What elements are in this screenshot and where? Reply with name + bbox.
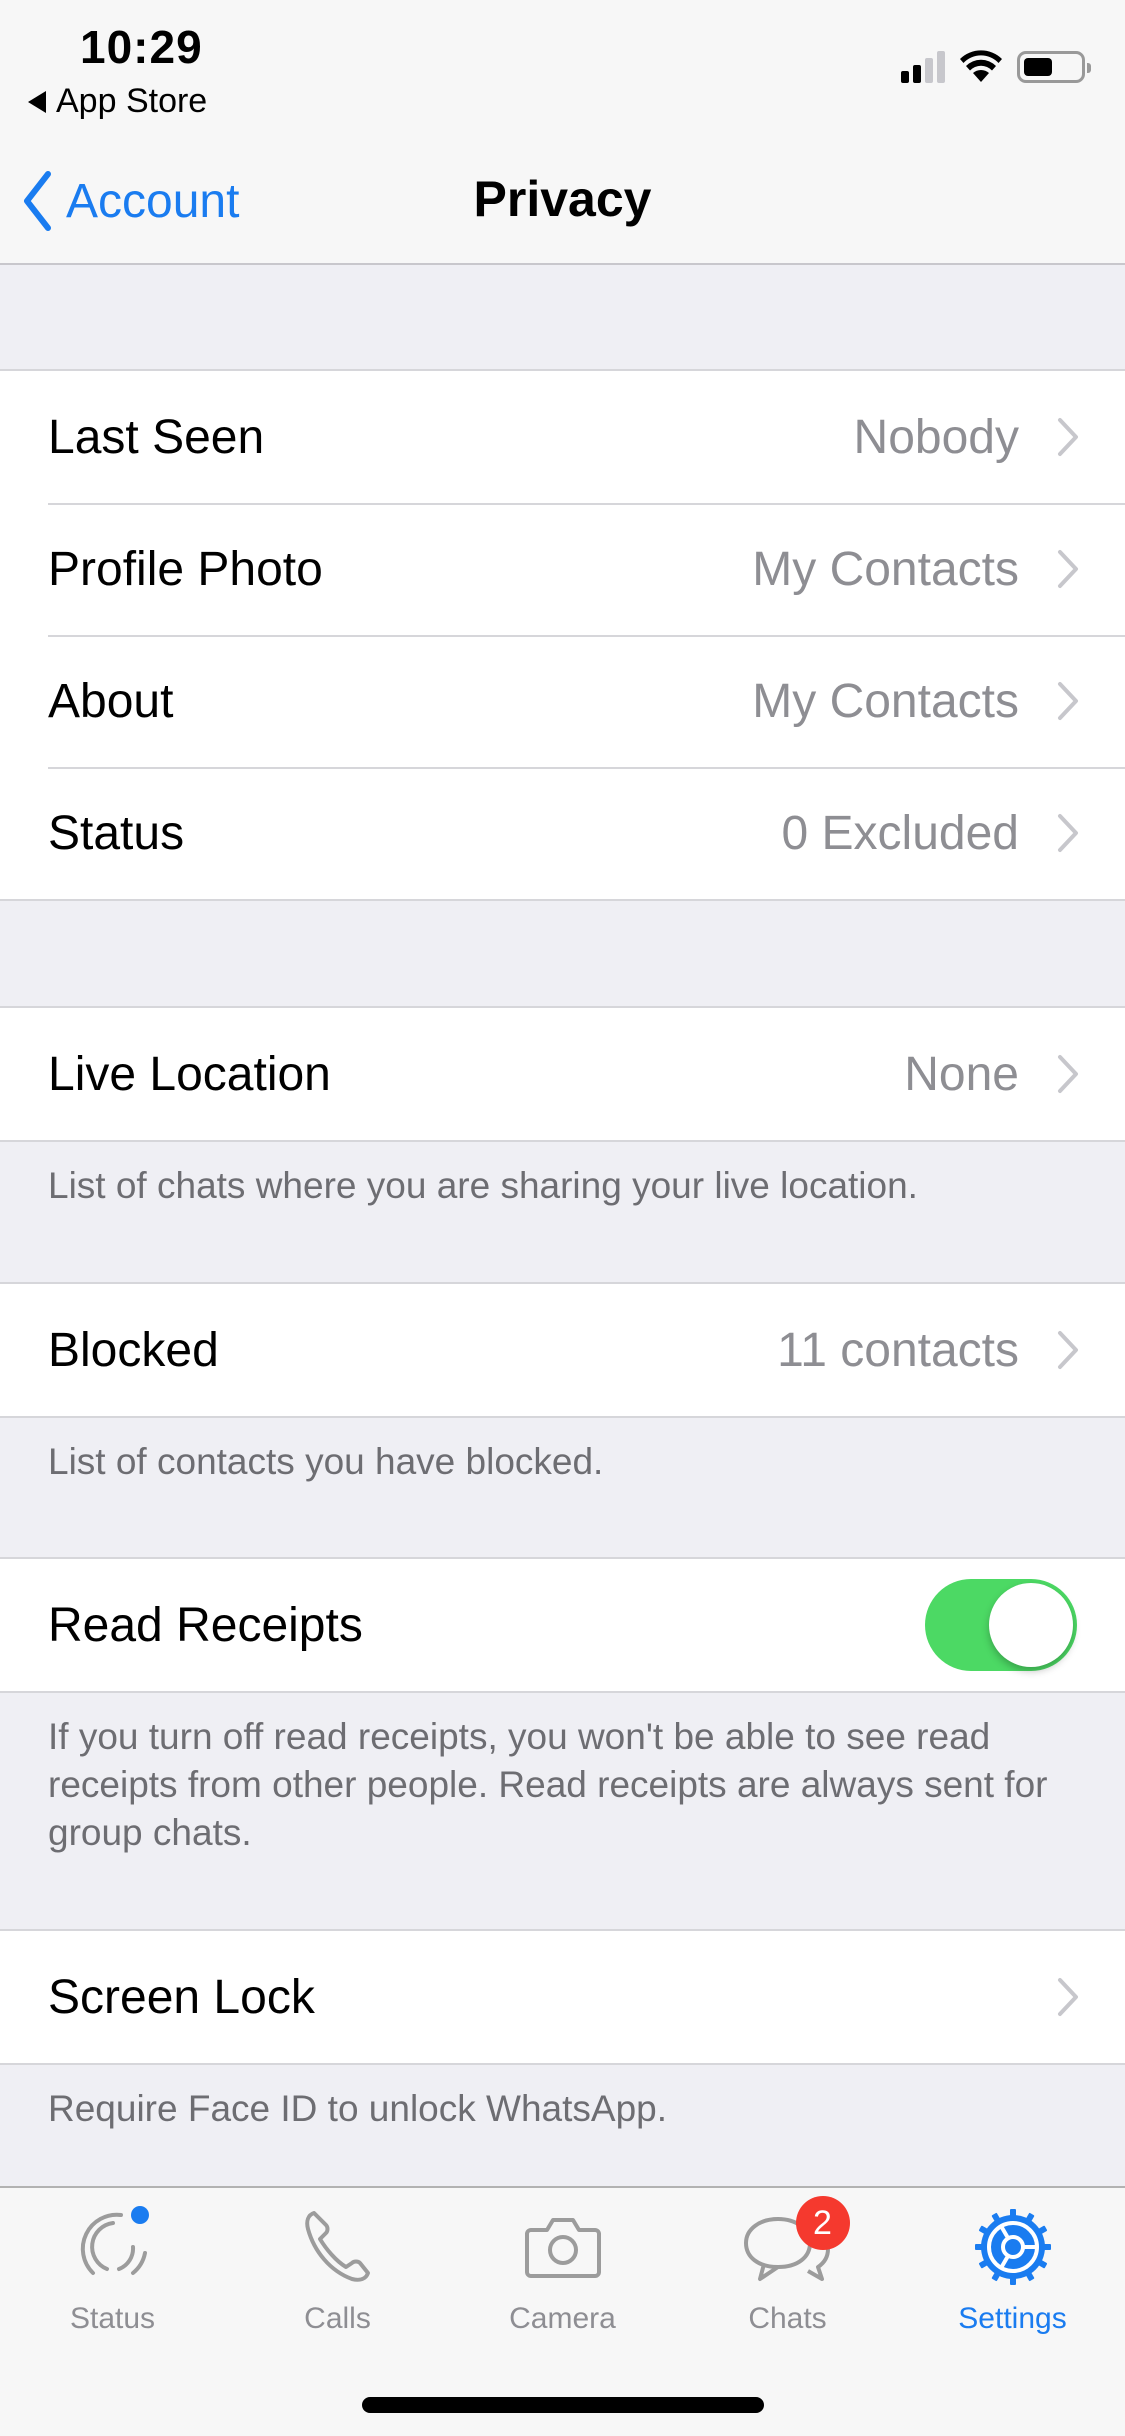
row-value: My Contacts (752, 542, 1019, 596)
row-label: Screen Lock (48, 1970, 315, 2024)
row-label: About (48, 674, 174, 728)
camera-icon (524, 2218, 601, 2278)
tab-label: Calls (304, 2302, 371, 2335)
chevron-right-icon (1058, 1331, 1078, 1369)
row-value: 11 contacts (777, 1323, 1019, 1377)
system-icons (901, 50, 1091, 84)
back-button[interactable]: Account (22, 170, 239, 232)
live-location-row[interactable]: Live Location None (0, 1008, 1125, 1140)
screen-lock-group: Screen Lock (0, 1929, 1125, 2065)
wifi-icon (960, 50, 1002, 82)
row-label: Read Receipts (48, 1598, 363, 1652)
tab-status[interactable]: Status (0, 2202, 225, 2336)
status-row[interactable]: Status 0 Excluded (0, 767, 1125, 899)
chevron-right-icon (1058, 814, 1078, 852)
tab-label: Status (69, 2302, 156, 2335)
row-value: My Contacts (752, 674, 1019, 728)
tab-camera[interactable]: Camera (450, 2202, 675, 2336)
row-label: Blocked (48, 1323, 219, 1377)
home-indicator[interactable] (362, 2397, 764, 2413)
visibility-settings-group: Last Seen Nobody Profile Photo My Contac… (0, 369, 1125, 901)
row-value: 0 Excluded (781, 806, 1020, 860)
back-to-app-store-link[interactable]: App Store (28, 82, 207, 121)
chevron-left-icon (24, 171, 51, 231)
blocked-group: Blocked 11 contacts (0, 1282, 1125, 1418)
status-bar: 10:29 App Store (0, 0, 1125, 130)
blocked-row[interactable]: Blocked 11 contacts (0, 1284, 1125, 1416)
tab-label: Settings (958, 2302, 1067, 2335)
status-time: 10:29 (80, 21, 203, 73)
row-label: Status (48, 806, 185, 860)
last-seen-row[interactable]: Last Seen Nobody (0, 371, 1125, 503)
about-row[interactable]: About My Contacts (0, 635, 1125, 767)
row-value: Nobody (853, 410, 1019, 464)
row-label: Profile Photo (48, 542, 323, 596)
blocked-footer: List of contacts you have blocked. (48, 1441, 604, 1482)
chevron-right-icon (1058, 418, 1078, 456)
row-label: Live Location (48, 1047, 331, 1101)
toggle-knob (989, 1583, 1073, 1667)
row-value: None (904, 1047, 1019, 1101)
read-receipts-footer: If you turn off read receipts, you won't… (48, 1716, 1048, 1853)
live-location-group: Live Location None (0, 1006, 1125, 1142)
screen-lock-footer: Require Face ID to unlock WhatsApp. (48, 2088, 668, 2129)
read-receipts-toggle[interactable] (925, 1579, 1077, 1671)
back-button-label: Account (66, 174, 240, 228)
tab-label: Chats (748, 2302, 827, 2335)
read-receipts-row: Read Receipts (0, 1559, 1125, 1691)
status-unread-dot (130, 2206, 149, 2224)
chevron-right-icon (1058, 1055, 1078, 1093)
tab-label: Camera (509, 2302, 616, 2335)
chevron-right-icon (1058, 682, 1078, 720)
phone-icon (304, 2211, 370, 2282)
screen-lock-row[interactable]: Screen Lock (0, 1931, 1125, 2063)
profile-photo-row[interactable]: Profile Photo My Contacts (0, 503, 1125, 635)
tab-calls[interactable]: Calls (225, 2202, 450, 2336)
gear-icon (974, 2209, 1051, 2285)
back-triangle-icon (28, 90, 46, 113)
read-receipts-group: Read Receipts (0, 1557, 1125, 1693)
chevron-right-icon (1058, 550, 1078, 588)
navigation-bar: Account Privacy (0, 130, 1125, 265)
live-location-footer: List of chats where you are sharing your… (48, 1165, 918, 1206)
chats-unread-badge: 2 (795, 2196, 850, 2250)
back-app-label: App Store (56, 82, 208, 120)
tab-settings[interactable]: Settings (900, 2202, 1125, 2336)
cellular-signal-icon (901, 51, 945, 83)
row-label: Last Seen (48, 410, 265, 464)
chevron-right-icon (1058, 1978, 1078, 2016)
tab-chats[interactable]: 2 Chats (675, 2196, 900, 2336)
battery-icon (1017, 51, 1091, 83)
